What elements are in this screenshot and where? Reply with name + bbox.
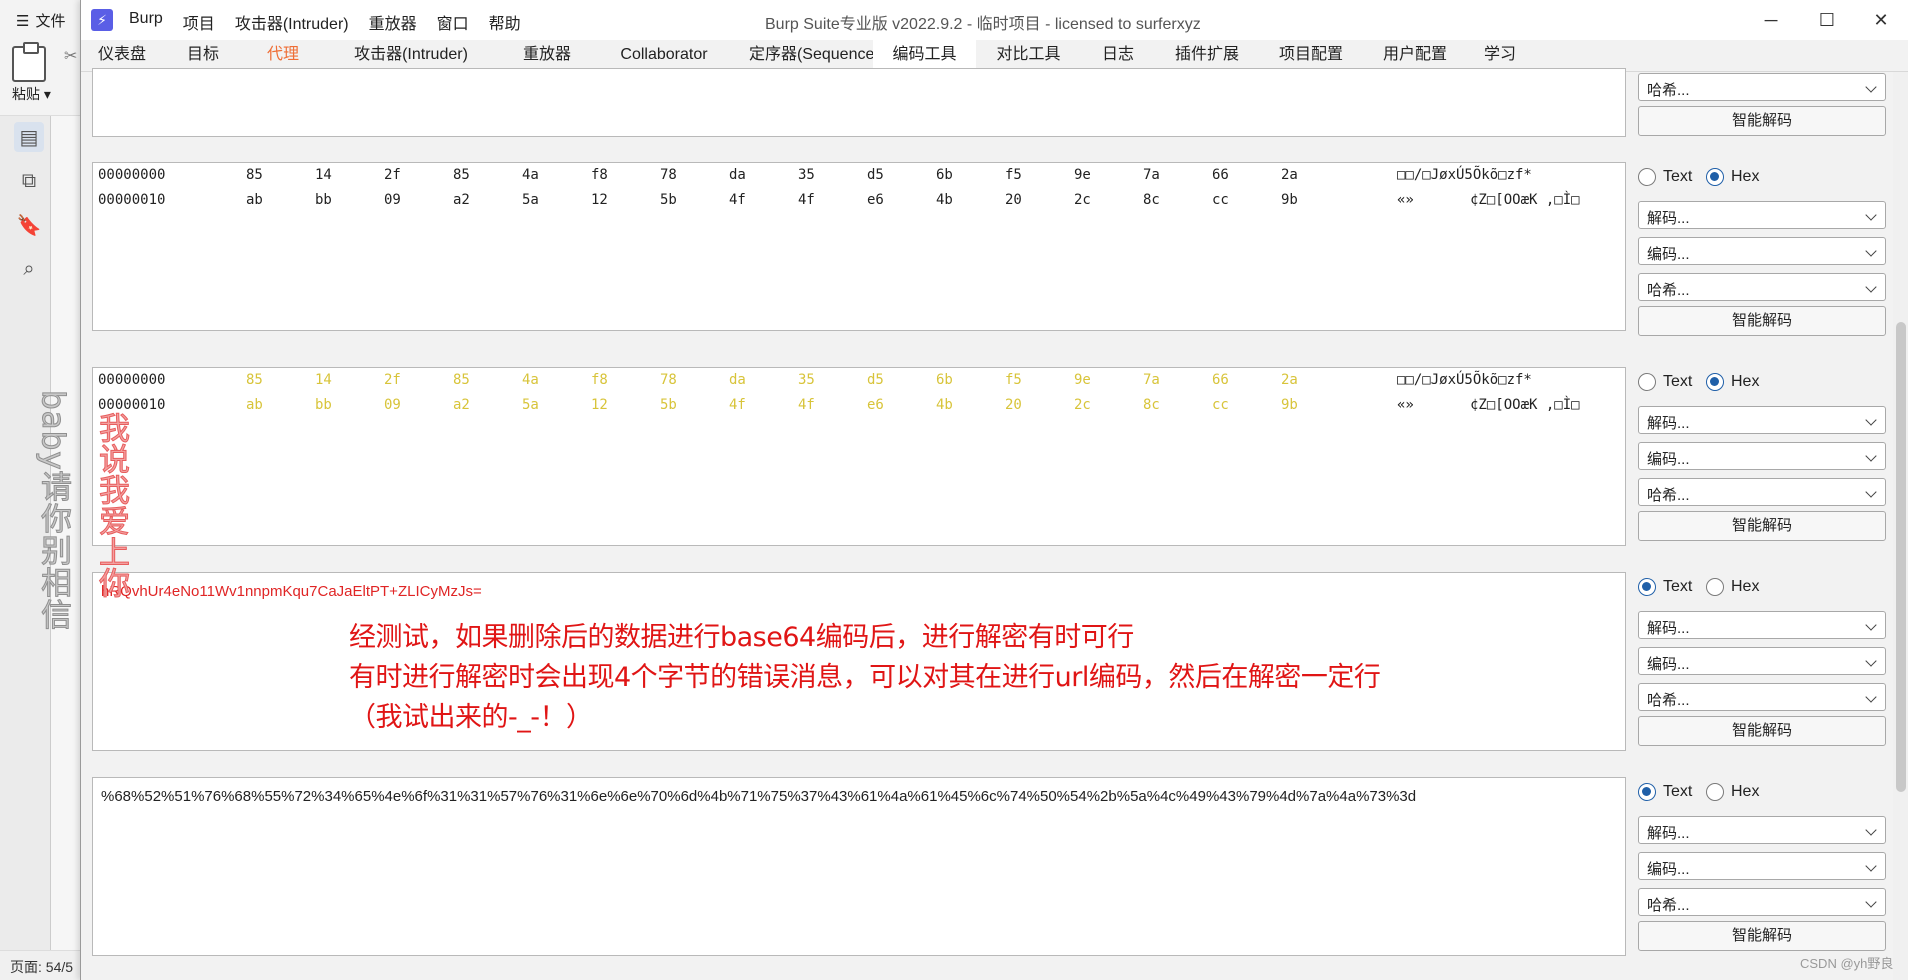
decoder-panel-4[interactable]: hRQvhUr4eNo11Wv1nnpmKqu7CaJaEltPT+ZLICyM… [92, 572, 1626, 751]
text-radio[interactable]: Text [1638, 168, 1692, 186]
decoder-panel-3[interactable]: 00000000 85 14 2f 85 4a f8 78 da 35 d5 6… [92, 367, 1626, 546]
chevron-down-icon [1865, 414, 1877, 426]
chevron-down-icon [1865, 860, 1877, 872]
smart-decode-button[interactable]: 智能解码 [1638, 511, 1886, 541]
chevron-down-icon [1865, 655, 1877, 667]
bookmark-icon[interactable]: 🔖 [14, 210, 44, 240]
radio-on-icon [1638, 783, 1656, 801]
text-radio[interactable]: Text [1638, 373, 1692, 391]
title-bar: ⚡ Burp 项目 攻击器(Intruder) 重放器 窗口 帮助 Burp S… [81, 0, 1908, 40]
chevron-down-icon [1865, 824, 1877, 836]
menu-window[interactable]: 窗口 [437, 10, 469, 34]
scissors-icon[interactable]: ✂ [64, 46, 77, 66]
background-ribbon: ☰ 文件 粘贴 ▾ ✂ [0, 0, 80, 116]
maximize-icon[interactable]: ☐ [1803, 6, 1851, 34]
smart-decode-button[interactable]: 智能解码 [1638, 306, 1886, 336]
encode-dropdown[interactable]: 编码... [1638, 852, 1886, 880]
radio-off-icon [1706, 783, 1724, 801]
hex-row-2: 00000010 ab bb 09 a2 5a 12 5b 4f 4f e6 4… [98, 397, 1580, 413]
search-icon[interactable]: ⌕ [14, 254, 44, 284]
paste-icon[interactable] [12, 42, 46, 82]
chevron-down-icon [1865, 81, 1877, 93]
page-status: 页面: 54/5 [0, 950, 80, 980]
menu-help[interactable]: 帮助 [489, 10, 521, 34]
radio-off-icon [1638, 373, 1656, 391]
paste-label[interactable]: 粘贴 ▾ [12, 84, 51, 104]
hex-radio[interactable]: Hex [1706, 373, 1759, 391]
decode-dropdown[interactable]: 解码... [1638, 406, 1886, 434]
decoder-content: 哈希... 智能解码 00000000 85 14 2f 85 4a f8 78… [81, 68, 1908, 980]
text-radio[interactable]: Text [1638, 578, 1692, 596]
decode-dropdown[interactable]: 解码... [1638, 816, 1886, 844]
radio-on-icon [1638, 578, 1656, 596]
pages-icon[interactable]: ▤ [14, 122, 44, 152]
hash-dropdown[interactable]: 哈希... [1638, 73, 1886, 101]
hex-row-1: 00000000 85 14 2f 85 4a f8 78 da 35 d5 6… [98, 167, 1532, 183]
decoder-panel-1[interactable] [92, 68, 1626, 137]
annotation-line-3: （我试出来的-_-！） [349, 702, 593, 733]
hex-row-2: 00000010 ab bb 09 a2 5a 12 5b 4f 4f e6 4… [98, 192, 1580, 208]
window-title: Burp Suite专业版 v2022.9.2 - 临时项目 - license… [765, 16, 1201, 33]
decode-dropdown[interactable]: 解码... [1638, 201, 1886, 229]
vertical-scrollbar[interactable] [1893, 72, 1908, 980]
hex-row-1: 00000000 85 14 2f 85 4a f8 78 da 35 d5 6… [98, 372, 1532, 388]
encode-dropdown[interactable]: 编码... [1638, 442, 1886, 470]
chevron-down-icon [1865, 691, 1877, 703]
menu-repeater[interactable]: 重放器 [369, 10, 417, 34]
decoder-panel-5[interactable]: %68%52%51%76%68%55%72%34%65%4e%6f%31%31%… [92, 777, 1626, 956]
hash-dropdown[interactable]: 哈希... [1638, 478, 1886, 506]
radio-on-icon [1706, 168, 1724, 186]
hex-radio[interactable]: Hex [1706, 168, 1759, 186]
chevron-down-icon [1865, 281, 1877, 293]
radio-off-icon [1706, 578, 1724, 596]
smart-decode-button[interactable]: 智能解码 [1638, 921, 1886, 951]
burp-logo-icon: ⚡ [91, 9, 113, 31]
chevron-down-icon [1865, 486, 1877, 498]
close-icon[interactable]: ✕ [1857, 6, 1905, 34]
csdn-watermark: CSDN @yh野良 [1800, 956, 1894, 971]
decoder-text: %68%52%51%76%68%55%72%34%65%4e%6f%31%31%… [101, 788, 1417, 805]
menu-burp[interactable]: Burp [129, 10, 163, 34]
chevron-down-icon [1865, 209, 1877, 221]
text-radio[interactable]: Text [1638, 783, 1692, 801]
decoder-panel-2[interactable]: 00000000 85 14 2f 85 4a f8 78 da 35 d5 6… [92, 162, 1626, 331]
hash-dropdown[interactable]: 哈希... [1638, 683, 1886, 711]
menu-intruder[interactable]: 攻击器(Intruder) [235, 10, 349, 34]
chevron-down-icon [1865, 450, 1877, 462]
decode-dropdown[interactable]: 解码... [1638, 611, 1886, 639]
radio-off-icon [1638, 168, 1656, 186]
encode-dropdown[interactable]: 编码... [1638, 647, 1886, 675]
folder-icon[interactable]: ⧉ [14, 166, 44, 196]
burp-window: ⚡ Burp 项目 攻击器(Intruder) 重放器 窗口 帮助 Burp S… [80, 0, 1908, 980]
encode-dropdown[interactable]: 编码... [1638, 237, 1886, 265]
hamburger-icon: ☰ [16, 12, 30, 30]
menu-bar: Burp 项目 攻击器(Intruder) 重放器 窗口 帮助 [129, 10, 521, 34]
annotation-line-2: 有时进行解密时会出现4个字节的错误消息，可以对其在进行url编码，然后在解密一定… [349, 662, 1381, 693]
hash-dropdown[interactable]: 哈希... [1638, 273, 1886, 301]
file-menu[interactable]: ☰ 文件 [16, 10, 65, 31]
hash-dropdown[interactable]: 哈希... [1638, 888, 1886, 916]
chevron-down-icon [1865, 245, 1877, 257]
hex-radio[interactable]: Hex [1706, 578, 1759, 596]
scrollbar-thumb[interactable] [1896, 322, 1906, 792]
radio-on-icon [1706, 373, 1724, 391]
watermark-red: 我说我爱上你 [93, 412, 130, 599]
chevron-down-icon [1865, 896, 1877, 908]
smart-decode-button[interactable]: 智能解码 [1638, 716, 1886, 746]
smart-decode-button[interactable]: 智能解码 [1638, 106, 1886, 136]
hex-radio[interactable]: Hex [1706, 783, 1759, 801]
file-menu-label: 文件 [35, 13, 66, 30]
minimize-icon[interactable]: ─ [1747, 6, 1795, 34]
decoder-text: hRQvhUr4eNo11Wv1nnpmKqu7CaJaEltPT+ZLICyM… [101, 583, 482, 600]
annotation-line-1: 经测试，如果删除后的数据进行base64编码后，进行解密有时可行 [349, 622, 1134, 653]
watermark-gray: baby请你别相信 [35, 390, 72, 632]
chevron-down-icon [1865, 619, 1877, 631]
menu-project[interactable]: 项目 [183, 10, 215, 34]
